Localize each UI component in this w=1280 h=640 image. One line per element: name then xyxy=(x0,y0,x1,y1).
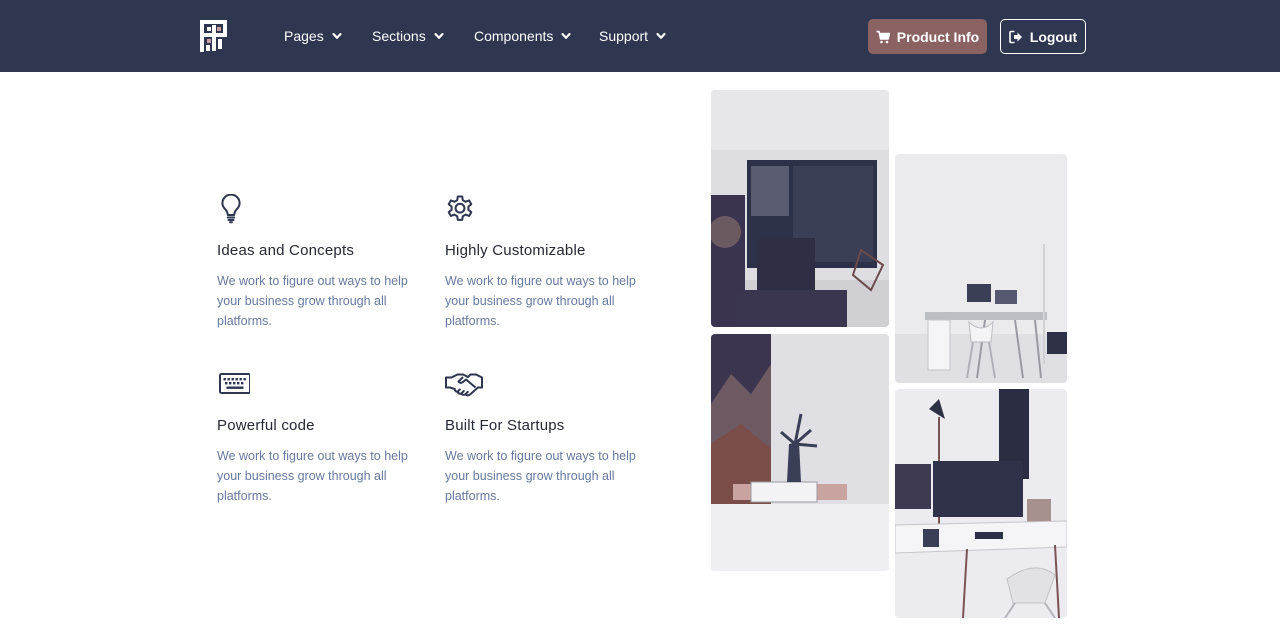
feature-ideas: Ideas and Concepts We work to figure out… xyxy=(217,194,432,328)
nav-item-pages[interactable]: Pages xyxy=(284,26,342,46)
feature-description: We work to figure out ways to help your … xyxy=(445,274,636,328)
chevron-down-icon xyxy=(332,32,342,39)
feature-title: Highly Customizable xyxy=(445,242,586,259)
nav-item-label: Sections xyxy=(372,28,426,44)
photo-monitor-desk xyxy=(711,90,889,327)
gear-icon xyxy=(447,195,473,221)
nav-item-support[interactable]: Support xyxy=(599,26,666,46)
feature-description: We work to figure out ways to help your … xyxy=(217,449,408,503)
product-info-label: Product Info xyxy=(896,28,980,45)
handshake-icon xyxy=(445,373,483,397)
photo-white-office xyxy=(895,154,1067,383)
feature-powerful-code: Powerful code We work to figure out ways… xyxy=(217,369,432,503)
chevron-down-icon xyxy=(434,32,444,39)
feature-title: Powerful code xyxy=(217,417,315,434)
nav-item-label: Components xyxy=(474,28,554,44)
photo-lamp-desk xyxy=(895,389,1067,618)
nav-item-sections[interactable]: Sections xyxy=(372,26,444,46)
chevron-down-icon xyxy=(656,32,666,39)
pixel-logo-icon[interactable] xyxy=(200,19,228,53)
feature-startups: Built For Startups We work to figure out… xyxy=(445,369,660,503)
feature-description: We work to figure out ways to help your … xyxy=(217,274,408,328)
nav-item-label: Support xyxy=(599,28,649,44)
feature-customizable: Highly Customizable We work to figure ou… xyxy=(445,194,660,328)
logout-label: Logout xyxy=(1029,28,1078,45)
sign-out-icon xyxy=(1008,30,1022,43)
nav-item-label: Pages xyxy=(284,28,324,44)
lightbulb-icon xyxy=(221,194,241,224)
logout-button[interactable]: Logout xyxy=(1000,19,1086,54)
keyboard-icon xyxy=(219,373,250,394)
product-info-button[interactable]: Product Info xyxy=(868,19,987,54)
feature-description: We work to figure out ways to help your … xyxy=(445,449,636,503)
cart-icon xyxy=(876,30,890,43)
photo-plant-shelf xyxy=(711,334,889,571)
chevron-down-icon xyxy=(561,32,571,39)
nav-item-components[interactable]: Components xyxy=(474,26,571,46)
feature-title: Ideas and Concepts xyxy=(217,242,355,259)
feature-title: Built For Startups xyxy=(445,417,565,434)
navbar: Pages Sections Components Support Produc… xyxy=(0,0,1280,72)
